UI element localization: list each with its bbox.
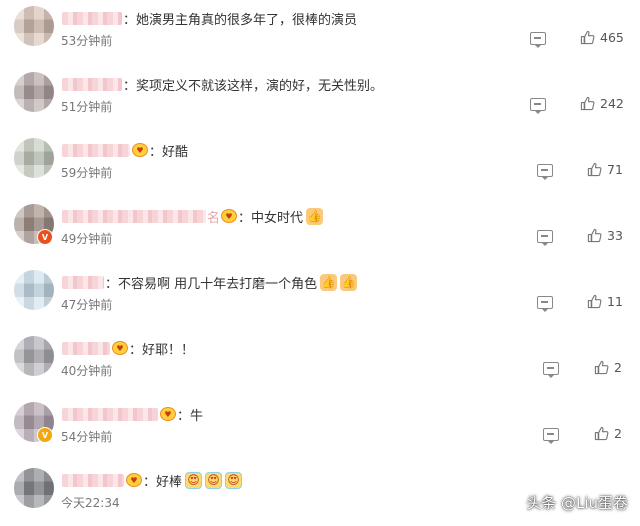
- comment-item: V 名 ♥ ： 中女时代 👍 49分钟前 33: [0, 198, 640, 260]
- like-button[interactable]: 465: [580, 30, 624, 45]
- comment-header: 名 ♥ ： 中女时代 👍: [62, 206, 324, 226]
- user-avatar[interactable]: [14, 270, 54, 310]
- comment-header: ♥ ： 牛: [62, 404, 203, 424]
- like-button[interactable]: 71: [587, 162, 623, 177]
- like-count: 11: [607, 294, 623, 309]
- reply-icon[interactable]: [543, 362, 559, 378]
- verified-badge-icon: V: [37, 427, 53, 443]
- heart-eyes-emoji: 😍: [185, 471, 203, 489]
- thumbs-up-icon: [587, 294, 602, 309]
- comment-text: 中女时代: [251, 210, 304, 226]
- username-tail: 名: [207, 210, 221, 226]
- blurred-username[interactable]: [62, 473, 124, 487]
- comment-time: 51分钟前: [61, 100, 113, 114]
- comment-text: 牛: [190, 408, 204, 424]
- thumbs-up-icon: [594, 426, 609, 441]
- thumbs-up-icon: [580, 30, 595, 45]
- fan-badge-icon: ♥: [221, 209, 238, 223]
- thumbs-up-emoji: 👍: [306, 207, 324, 225]
- like-count: 242: [600, 96, 624, 111]
- like-button[interactable]: 11: [587, 294, 623, 309]
- comment-header: ♥ ： 好酷: [62, 140, 188, 160]
- like-count: 33: [607, 228, 623, 243]
- comment-item: V ♥ ： 牛 54分钟前 2: [0, 396, 640, 458]
- comment-item: ♥ ： 好酷 59分钟前 71: [0, 132, 640, 194]
- user-avatar[interactable]: [14, 6, 54, 46]
- reply-icon[interactable]: [537, 164, 553, 180]
- reply-icon[interactable]: [543, 428, 559, 444]
- comment-header: ： 奖项定义不就该这样，演的好，无关性别。: [62, 74, 383, 94]
- fan-badge-icon: ♥: [160, 407, 176, 421]
- thumbs-up-icon: [594, 360, 609, 375]
- user-avatar[interactable]: [14, 336, 54, 376]
- separator: ：: [105, 276, 119, 292]
- comment-time: 54分钟前: [61, 430, 113, 444]
- like-button[interactable]: 2: [594, 360, 622, 375]
- comment-text: 好酷: [162, 144, 189, 160]
- thumbs-up-icon: [587, 162, 602, 177]
- watermark: 头条 @Liu蛋卷: [526, 494, 628, 512]
- user-avatar[interactable]: [14, 468, 54, 508]
- separator: ：: [123, 78, 137, 94]
- comment-time: 47分钟前: [61, 298, 113, 312]
- heart-eyes-emoji: 😍: [205, 471, 223, 489]
- user-avatar[interactable]: [14, 138, 54, 178]
- separator: ：: [238, 210, 252, 226]
- separator: ：: [123, 12, 137, 28]
- comment-text: 她演男主角真的很多年了，很棒的演员: [136, 12, 358, 28]
- thumbs-up-emoji: 👍: [340, 273, 358, 291]
- blurred-username[interactable]: [62, 341, 110, 355]
- blurred-username[interactable]: [62, 77, 122, 91]
- thumbs-up-icon: [580, 96, 595, 111]
- comment-text: 好耶！！: [142, 342, 195, 358]
- comment-header: ： 她演男主角真的很多年了，很棒的演员: [62, 8, 357, 28]
- comment-header: ♥ ： 好耶！！: [62, 338, 194, 358]
- reply-icon[interactable]: [537, 296, 553, 312]
- comment-time: 59分钟前: [61, 166, 113, 180]
- like-button[interactable]: 2: [594, 426, 622, 441]
- comment-text: 好棒: [156, 474, 183, 490]
- separator: ：: [149, 144, 163, 160]
- like-count: 465: [600, 30, 624, 45]
- blurred-username[interactable]: [62, 143, 130, 157]
- separator: ：: [129, 342, 143, 358]
- blurred-username[interactable]: [62, 407, 158, 421]
- separator: ：: [143, 474, 157, 490]
- comment-time: 49分钟前: [61, 232, 113, 246]
- comment-text: 不容易啊 用几十年去打磨一个角色: [118, 276, 318, 292]
- blurred-username[interactable]: [62, 11, 122, 25]
- verified-badge-icon: V: [37, 229, 53, 245]
- comment-header: ♥ ： 好棒 😍 😍 😍: [62, 470, 243, 490]
- separator: ：: [177, 408, 191, 424]
- blurred-username[interactable]: [62, 209, 206, 223]
- user-avatar[interactable]: [14, 72, 54, 112]
- comment-item: ： 不容易啊 用几十年去打磨一个角色 👍 👍 47分钟前 11: [0, 264, 640, 326]
- reply-icon[interactable]: [537, 230, 553, 246]
- comment-text: 奖项定义不就该这样，演的好，无关性别。: [136, 78, 384, 94]
- comment-header: ： 不容易啊 用几十年去打磨一个角色 👍 👍: [62, 272, 358, 292]
- fan-badge-icon: ♥: [126, 473, 142, 487]
- like-count: 2: [614, 426, 622, 441]
- thumbs-up-icon: [587, 228, 602, 243]
- blurred-username[interactable]: [62, 275, 104, 289]
- like-count: 71: [607, 162, 623, 177]
- reply-icon[interactable]: [530, 98, 546, 114]
- heart-eyes-emoji: 😍: [225, 471, 243, 489]
- reply-icon[interactable]: [530, 32, 546, 48]
- fan-badge-icon: ♥: [132, 143, 148, 157]
- like-button[interactable]: 33: [587, 228, 623, 243]
- like-button[interactable]: 242: [580, 96, 624, 111]
- fan-badge-icon: ♥: [112, 341, 128, 355]
- comment-item: ： 她演男主角真的很多年了，很棒的演员 53分钟前 465: [0, 0, 640, 62]
- like-count: 2: [614, 360, 622, 375]
- comment-time: 53分钟前: [61, 34, 113, 48]
- comment-item: ： 奖项定义不就该这样，演的好，无关性别。 51分钟前 242: [0, 66, 640, 128]
- comment-time: 40分钟前: [61, 364, 113, 378]
- comment-time: 今天22:34: [61, 496, 120, 510]
- comment-item: ♥ ： 好耶！！ 40分钟前 2: [0, 330, 640, 392]
- thumbs-up-emoji: 👍: [320, 273, 338, 291]
